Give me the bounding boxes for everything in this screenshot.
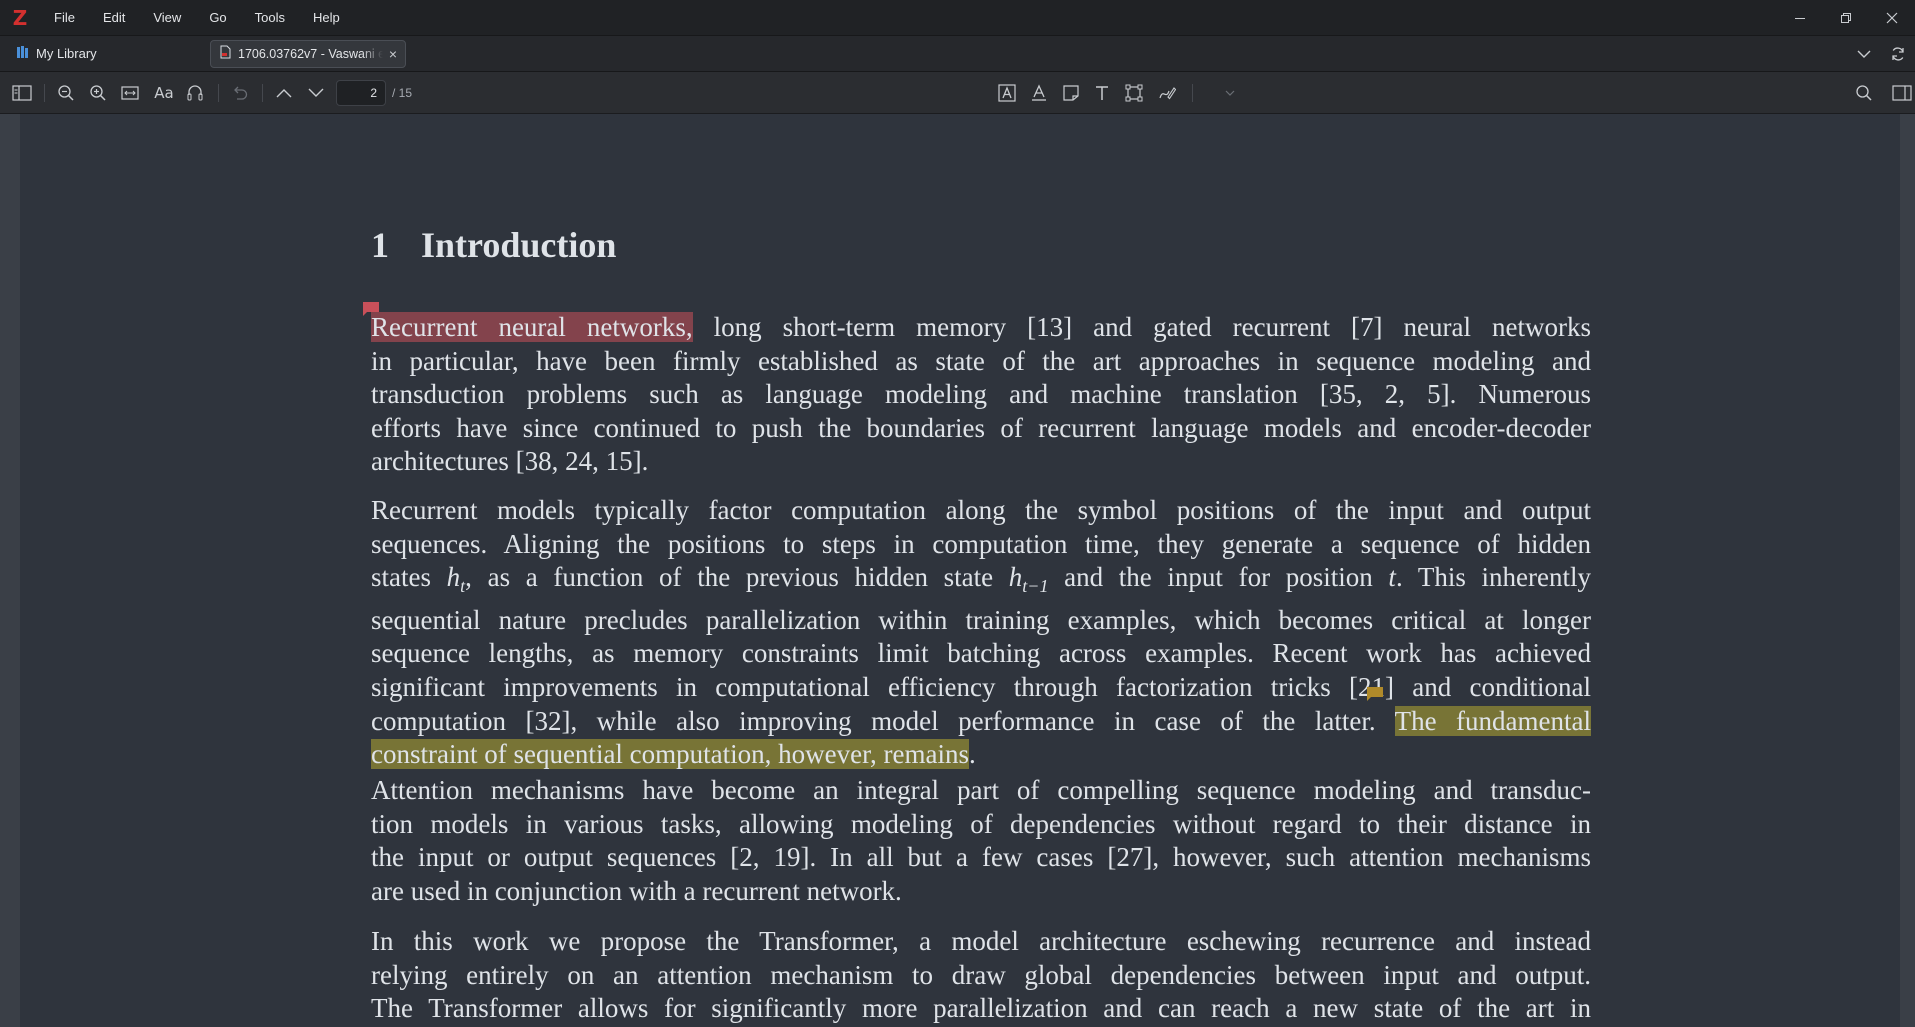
previous-page-icon[interactable] <box>272 81 296 105</box>
tabbar-actions <box>1847 36 1915 72</box>
sidebar-toggle-icon[interactable] <box>10 81 34 105</box>
text-line: in particular, have been firmly establis… <box>371 345 1591 376</box>
font-size-icon[interactable]: Aa <box>152 81 176 105</box>
toolbar-separator <box>262 84 263 102</box>
sync-icon[interactable] <box>1881 36 1915 72</box>
fit-page-icon[interactable] <box>118 81 142 105</box>
restore-icon[interactable] <box>1823 0 1869 36</box>
color-dropdown-icon[interactable] <box>1218 81 1242 105</box>
underline-text-icon[interactable] <box>1027 81 1051 105</box>
toolbar-separator <box>218 84 219 102</box>
add-text-icon[interactable] <box>1090 81 1114 105</box>
text-line: tion models in various tasks, allowing m… <box>371 808 1591 839</box>
select-area-icon[interactable] <box>1122 81 1146 105</box>
tab-bar: My Library 1706.03762v7 - Vaswani et al.… <box>0 36 1915 72</box>
section-number: 1 <box>371 225 389 265</box>
text-line: states ht, as a function of the previous… <box>371 562 1591 597</box>
text-line: relying entirely on an attention mechani… <box>371 959 1591 990</box>
highlight-text-icon[interactable] <box>995 81 1019 105</box>
tab-label: My Library <box>36 46 97 61</box>
close-window-icon[interactable] <box>1869 0 1915 36</box>
pdf-icon <box>219 45 232 62</box>
text-line: are used in conjunction with a recurrent… <box>371 875 902 906</box>
page-total: / 15 <box>392 86 413 100</box>
tab-title: 1706.03762v7 - Vaswani et al. <box>238 46 383 61</box>
text-line: significant improvements in computationa… <box>371 671 1591 702</box>
text-line: efforts have since continued to push the… <box>371 412 1591 443</box>
text-line: the input or output sequences [2, 19]. I… <box>371 842 1591 873</box>
menu-edit[interactable]: Edit <box>89 0 139 36</box>
pdf-viewer[interactable]: 1 Introduction Recurrent neural networks,… <box>0 114 1915 1027</box>
menu-bar: Z File Edit View Go Tools Help <box>0 0 1915 36</box>
library-icon <box>16 45 30 62</box>
text-line: sequences. Aligning the positions to ste… <box>371 528 1591 559</box>
text-line: sequential nature precludes parallelizat… <box>371 604 1591 635</box>
reader-toolbar: Aa 2 / 15 <box>0 72 1915 114</box>
text-line: In this work we propose the Transformer,… <box>371 926 1591 956</box>
window-controls <box>1777 0 1915 36</box>
next-page-icon[interactable] <box>304 81 328 105</box>
annotation-marker-icon[interactable] <box>1367 687 1383 701</box>
text-line: sequence lengths, as memory constraints … <box>371 638 1591 669</box>
menu-go[interactable]: Go <box>195 0 240 36</box>
page-number-input[interactable]: 2 <box>336 80 386 106</box>
paragraph-3: Attention mechanisms have become an inte… <box>371 774 1591 908</box>
paragraph-2: Recurrent models typically factor comput… <box>371 494 1591 772</box>
search-icon[interactable] <box>1852 81 1876 105</box>
section-heading: 1 Introduction <box>371 224 616 266</box>
text-line: Recurrent neural networks, long short-te… <box>371 312 1591 342</box>
text-line: constraint of sequential computation, ho… <box>371 739 976 770</box>
chevron-down-icon[interactable] <box>1847 36 1881 72</box>
highlight-annotation[interactable]: constraint of sequential computation, ho… <box>371 739 969 770</box>
close-tab-icon[interactable]: × <box>389 46 397 62</box>
menu-tools[interactable]: Tools <box>241 0 299 36</box>
paragraph-4: In this work we propose the Transformer,… <box>371 925 1591 1026</box>
menu-help[interactable]: Help <box>299 0 354 36</box>
add-note-icon[interactable] <box>1059 81 1083 105</box>
menu-view[interactable]: View <box>139 0 195 36</box>
text-line: transduction problems such as language m… <box>371 379 1591 410</box>
pdf-page[interactable]: 1 Introduction Recurrent neural networks,… <box>20 114 1900 1027</box>
toolbar-separator <box>1192 84 1193 102</box>
text-line: architectures [38, 24, 15]. <box>371 446 649 477</box>
context-pane-icon[interactable] <box>1890 81 1914 105</box>
menu-file[interactable]: File <box>40 0 89 36</box>
paragraph-1: Recurrent neural networks, long short-te… <box>371 311 1591 479</box>
read-aloud-icon[interactable] <box>183 81 207 105</box>
text-line: The Transformer allows for significantly… <box>371 993 1591 1024</box>
section-title: Introduction <box>421 225 617 265</box>
toolbar-separator <box>44 84 45 102</box>
draw-icon[interactable] <box>1155 81 1179 105</box>
tab-document[interactable]: 1706.03762v7 - Vaswani et al. × <box>210 39 406 68</box>
tab-my-library[interactable]: My Library <box>0 36 210 72</box>
highlight-annotation[interactable]: The fundamental <box>1394 705 1591 736</box>
undo-icon[interactable] <box>228 81 252 105</box>
text-line: computation [32], while also improving m… <box>371 705 1591 736</box>
zoom-out-icon[interactable] <box>54 81 78 105</box>
zoom-in-icon[interactable] <box>86 81 110 105</box>
minimize-icon[interactable] <box>1777 0 1823 36</box>
zotero-logo: Z <box>12 5 28 30</box>
text-line: Attention mechanisms have become an inte… <box>371 775 1591 805</box>
highlight-annotation[interactable]: Recurrent neural networks, <box>371 312 693 342</box>
text-line: Recurrent models typically factor comput… <box>371 495 1591 525</box>
